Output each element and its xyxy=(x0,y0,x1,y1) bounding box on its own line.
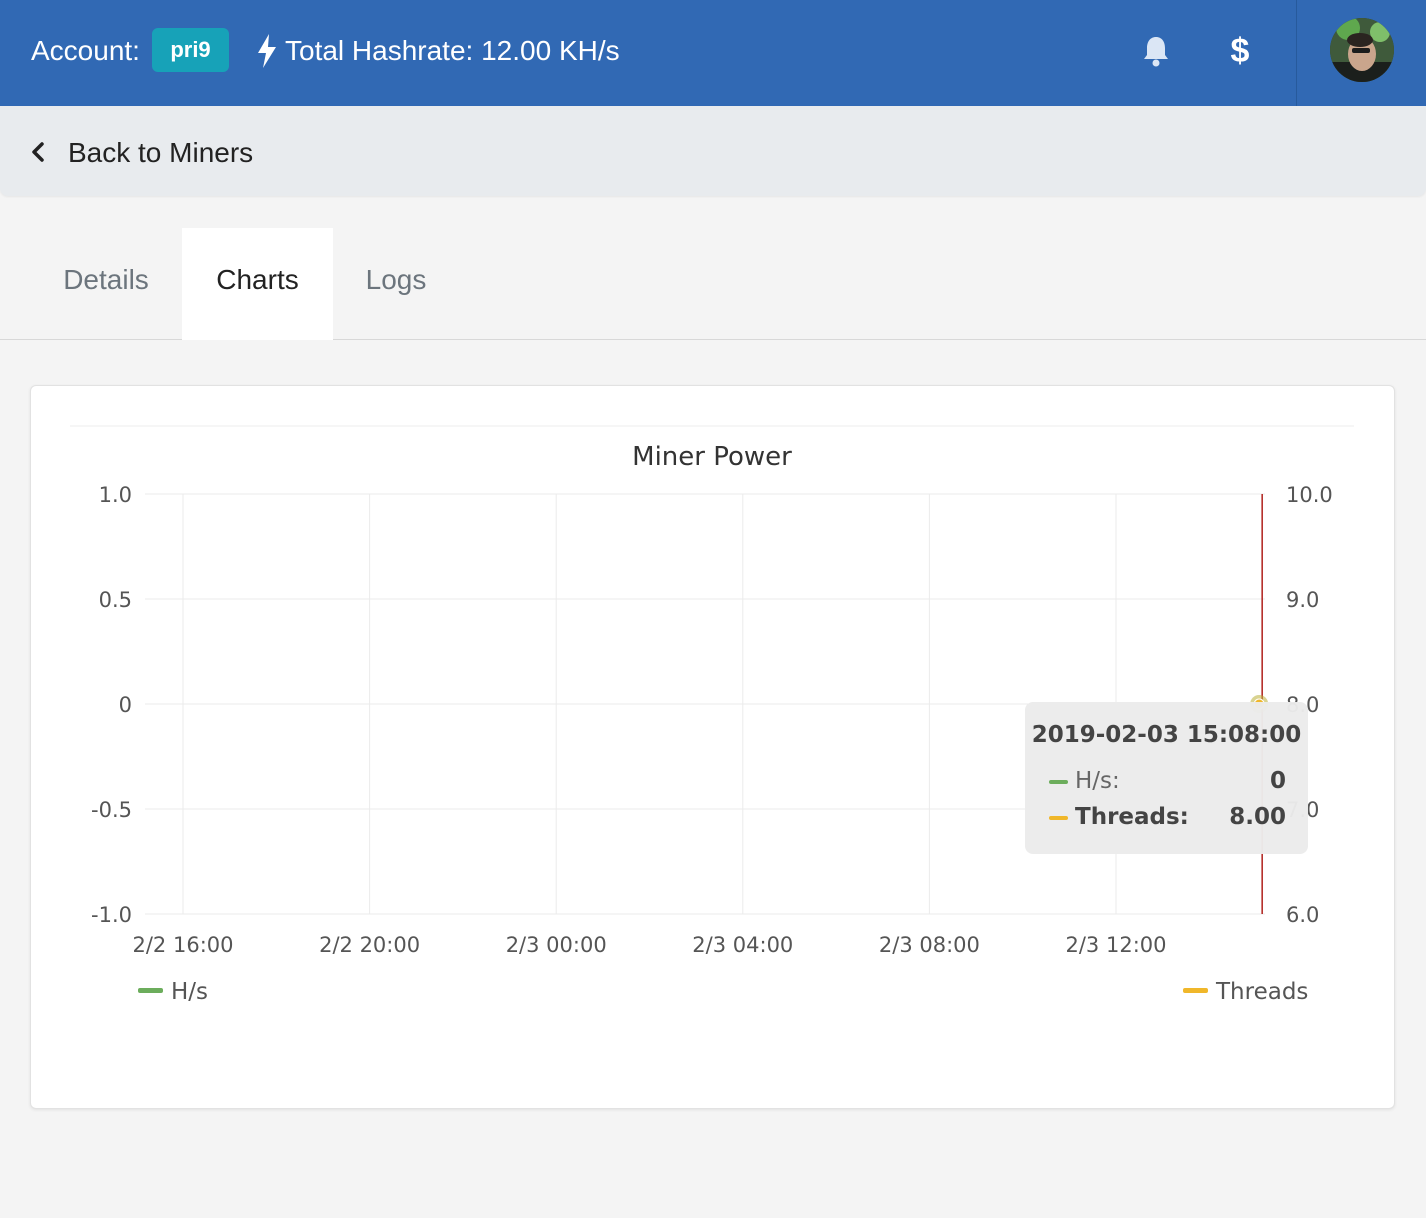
x-tick-label: 2/3 12:00 xyxy=(1066,933,1167,957)
legend-swatch xyxy=(1183,988,1208,993)
y-left-tick-label: -1.0 xyxy=(91,903,132,927)
y-right-tick-label: 9.0 xyxy=(1286,588,1319,612)
miner-power-chart: Miner Power 1.00.50-0.5-1.010.09.08.07.0… xyxy=(70,425,1354,1005)
tooltip-name-hs: H/s: xyxy=(1075,768,1120,794)
tooltip-name-threads: Threads: xyxy=(1075,804,1189,830)
tooltip-value-threads: 8.00 xyxy=(1229,804,1286,830)
y-left-tick-label: -0.5 xyxy=(91,798,132,822)
x-tick-label: 2/2 20:00 xyxy=(319,933,420,957)
legend-label: H/s xyxy=(171,979,208,1005)
tooltip-swatch-threads xyxy=(1049,816,1068,820)
chart-tooltip: 2019-02-03 15:08:00 H/s: 0 Threads: 8.00 xyxy=(1025,702,1308,854)
x-tick-label: 2/2 16:00 xyxy=(133,933,234,957)
chart-title: Miner Power xyxy=(632,442,792,472)
tooltip-date: 2019-02-03 15:08:00 xyxy=(1031,722,1302,748)
y-right-tick-label: 10.0 xyxy=(1286,483,1333,507)
x-tick-label: 2/3 08:00 xyxy=(879,933,980,957)
legend-label: Threads xyxy=(1215,979,1308,1005)
y-right-tick-label: 6.0 xyxy=(1286,903,1319,927)
y-left-tick-label: 0.5 xyxy=(99,588,132,612)
tooltip-row-threads: Threads: 8.00 xyxy=(1049,804,1286,832)
x-tick-label: 2/3 04:00 xyxy=(692,933,793,957)
tooltip-value-hs: 0 xyxy=(1269,768,1286,794)
y-left-tick-label: 0 xyxy=(119,693,132,717)
tooltip-swatch-hs xyxy=(1049,780,1068,784)
tooltip-row-hs: H/s: 0 xyxy=(1049,768,1286,796)
x-tick-label: 2/3 00:00 xyxy=(506,933,607,957)
legend-swatch xyxy=(138,988,163,993)
y-left-tick-label: 1.0 xyxy=(99,483,132,507)
